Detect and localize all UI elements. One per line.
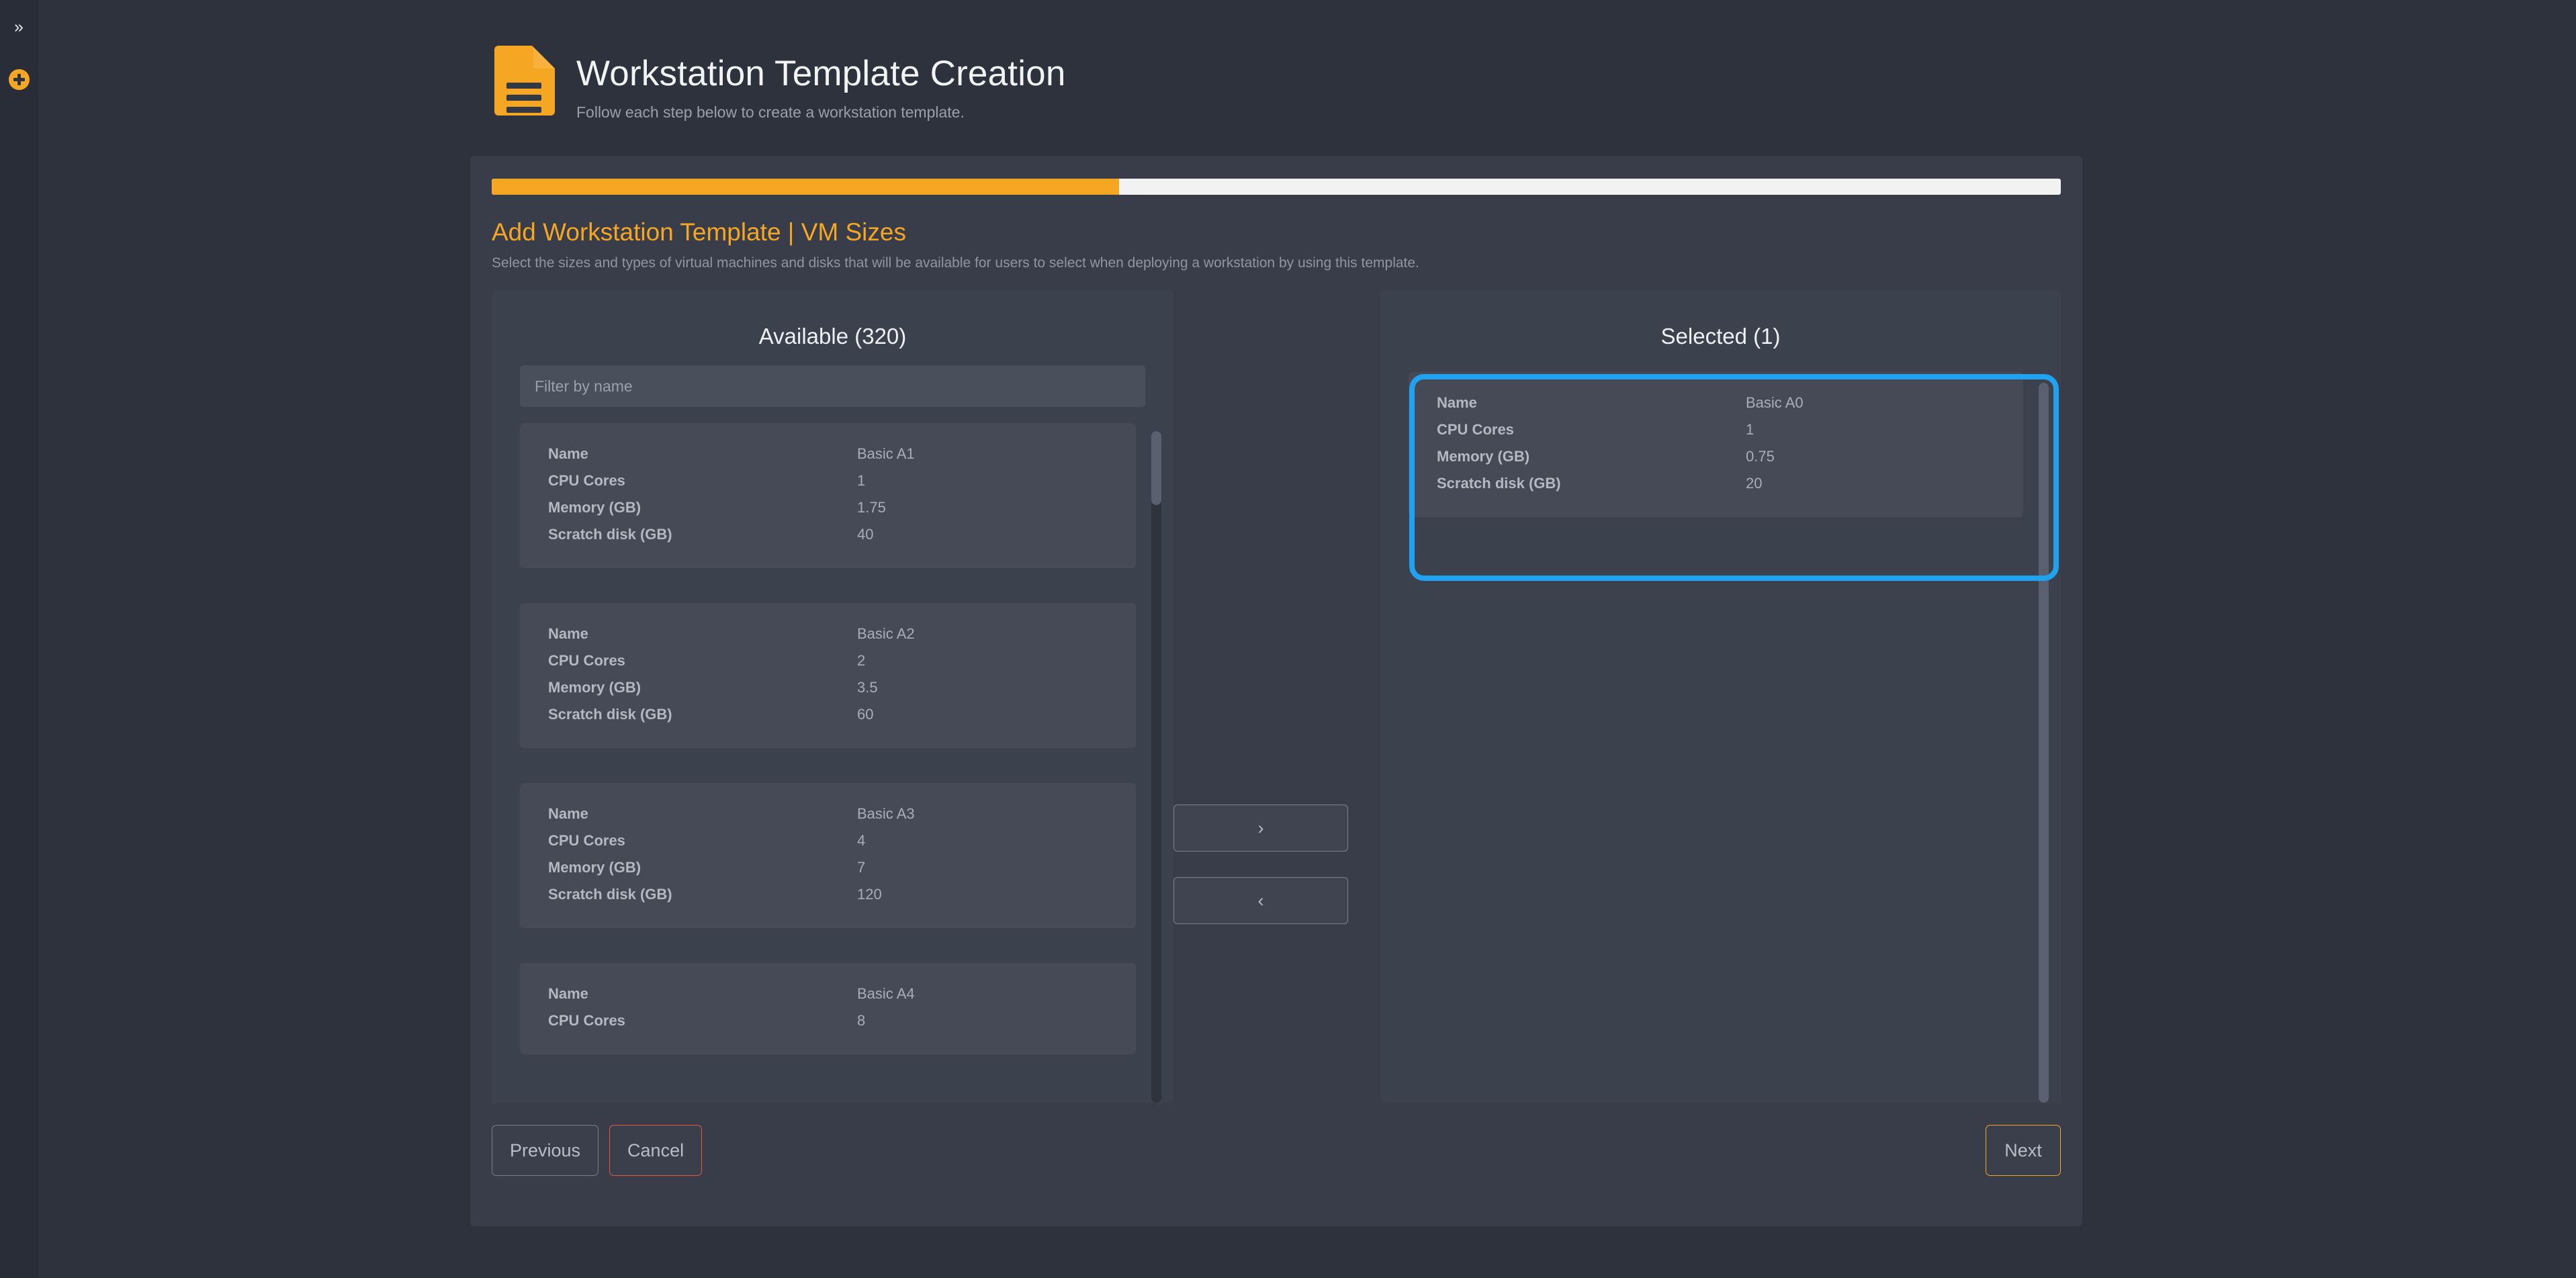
field-label: Memory (GB) xyxy=(548,679,641,696)
section-title: Add Workstation Template | VM Sizes xyxy=(492,218,906,246)
field-value: Basic A4 xyxy=(857,985,915,1002)
table-row: Memory (GB) 0.75 xyxy=(1437,443,1995,470)
table-row: Scratch disk (GB) 120 xyxy=(548,881,1108,908)
available-panel-title: Available (320) xyxy=(758,324,907,349)
selected-list[interactable]: Name Basic A0 CPU Cores 1 Memory (GB) 0.… xyxy=(1409,372,2023,1103)
table-row: Scratch disk (GB) 20 xyxy=(1437,470,1995,497)
field-value: Basic A3 xyxy=(857,805,915,822)
table-row: Memory (GB) 3.5 xyxy=(548,674,1108,701)
scrollbar-thumb[interactable] xyxy=(1151,431,1161,505)
wizard-card: Add Workstation Template | VM Sizes Sele… xyxy=(470,156,2082,1226)
page-subtitle: Follow each step below to create a works… xyxy=(576,103,965,121)
list-item[interactable]: Name Basic A2 CPU Cores 2 Memory (GB) 3.… xyxy=(520,603,1136,748)
document-lines-icon xyxy=(494,46,555,116)
previous-button[interactable]: Previous xyxy=(492,1125,599,1176)
table-row: CPU Cores 8 xyxy=(548,1007,1108,1034)
field-label: Name xyxy=(548,985,588,1002)
table-row: CPU Cores 1 xyxy=(1437,416,1995,443)
field-value: 60 xyxy=(857,706,874,723)
page-header: Workstation Template Creation Follow eac… xyxy=(489,46,1066,122)
move-right-button[interactable]: › xyxy=(1173,805,1348,852)
field-value: 1.75 xyxy=(857,499,886,516)
field-value: Basic A1 xyxy=(857,445,915,462)
selected-panel-title: Selected (1) xyxy=(1660,324,1781,349)
field-label: Name xyxy=(548,445,588,462)
move-left-button[interactable]: ‹ xyxy=(1173,877,1348,924)
next-button[interactable]: Next xyxy=(1986,1125,2061,1176)
progress-bar-track xyxy=(492,179,2061,195)
field-value: 7 xyxy=(857,859,866,876)
table-row: CPU Cores 2 xyxy=(548,647,1108,674)
dual-list-transfer: Available (320) Name Basic A1 CPU Cores … xyxy=(492,290,2061,1103)
field-value: 2 xyxy=(857,652,866,669)
field-label: Name xyxy=(1437,394,1477,411)
scrollbar-thumb[interactable] xyxy=(2039,383,2049,1103)
plus-vertical-bar xyxy=(17,74,21,85)
field-value: 1 xyxy=(857,472,866,489)
field-value: 120 xyxy=(857,886,882,903)
table-row: CPU Cores 4 xyxy=(548,827,1108,854)
sidebar-expand-icon[interactable]: » xyxy=(0,15,38,39)
field-value: Basic A2 xyxy=(857,625,915,642)
footer-left-actions: Previous Cancel xyxy=(492,1125,703,1176)
table-row: Name Basic A1 xyxy=(548,441,1108,467)
table-row: Name Basic A2 xyxy=(548,621,1108,647)
available-list-scrollbar[interactable] xyxy=(1151,431,1161,1103)
header-text-block: Workstation Template Creation Follow eac… xyxy=(576,46,1066,122)
field-label: Memory (GB) xyxy=(548,499,641,516)
field-label: CPU Cores xyxy=(548,652,625,669)
table-row: Scratch disk (GB) 40 xyxy=(548,521,1108,548)
chevron-right-icon: › xyxy=(1257,817,1264,838)
field-label: Name xyxy=(548,625,588,642)
field-value: 1 xyxy=(1746,421,1755,438)
filter-field-wrapper xyxy=(492,356,1173,407)
field-value: 4 xyxy=(857,832,866,849)
list-item[interactable]: Name Basic A4 CPU Cores 8 xyxy=(520,963,1136,1054)
plus-circle-icon[interactable] xyxy=(9,69,30,90)
field-label: Scratch disk (GB) xyxy=(548,706,672,723)
field-label: Scratch disk (GB) xyxy=(1437,475,1561,492)
list-item[interactable]: Name Basic A0 CPU Cores 1 Memory (GB) 0.… xyxy=(1409,372,2023,517)
table-row: Memory (GB) 1.75 xyxy=(548,494,1108,521)
table-row: Scratch disk (GB) 60 xyxy=(548,701,1108,728)
field-label: CPU Cores xyxy=(548,472,625,489)
field-label: CPU Cores xyxy=(548,832,625,849)
field-label: Memory (GB) xyxy=(1437,448,1530,465)
field-value: 3.5 xyxy=(857,679,878,696)
field-label: Scratch disk (GB) xyxy=(548,526,672,543)
progress-bar-fill xyxy=(492,179,1120,195)
left-rail: » xyxy=(0,0,38,1278)
field-label: CPU Cores xyxy=(1437,421,1514,438)
list-item[interactable]: Name Basic A1 CPU Cores 1 Memory (GB) 1.… xyxy=(520,423,1136,568)
field-value: Basic A0 xyxy=(1746,394,1804,411)
selected-panel: Selected (1) Name Basic A0 CPU Cores 1 M… xyxy=(1380,290,2061,1103)
footer-right-actions: Next xyxy=(1986,1125,2061,1176)
table-row: Name Basic A4 xyxy=(548,980,1108,1007)
field-value: 20 xyxy=(1746,475,1763,492)
list-item[interactable]: Name Basic A3 CPU Cores 4 Memory (GB) 7 … xyxy=(520,783,1136,928)
transfer-controls: › ‹ xyxy=(1173,290,1380,1103)
field-label: Scratch disk (GB) xyxy=(548,886,672,903)
available-panel: Available (320) Name Basic A1 CPU Cores … xyxy=(492,290,1173,1103)
table-row: Name Basic A0 xyxy=(1437,390,1995,416)
table-row: CPU Cores 1 xyxy=(548,467,1108,494)
field-label: Memory (GB) xyxy=(548,859,641,876)
field-label: CPU Cores xyxy=(548,1012,625,1029)
field-value: 40 xyxy=(857,526,874,543)
available-list[interactable]: Name Basic A1 CPU Cores 1 Memory (GB) 1.… xyxy=(520,423,1136,1103)
chevron-left-icon: ‹ xyxy=(1257,890,1264,911)
field-label: Name xyxy=(548,805,588,822)
filter-input[interactable] xyxy=(520,365,1145,407)
table-row: Name Basic A3 xyxy=(548,801,1108,827)
section-description: Select the sizes and types of virtual ma… xyxy=(492,255,1419,271)
page-title: Workstation Template Creation xyxy=(576,54,1066,93)
selected-list-scrollbar[interactable] xyxy=(2039,383,2049,1103)
cancel-button[interactable]: Cancel xyxy=(609,1125,703,1176)
table-row: Memory (GB) 7 xyxy=(548,854,1108,881)
field-value: 0.75 xyxy=(1746,448,1775,465)
field-value: 8 xyxy=(857,1012,866,1029)
